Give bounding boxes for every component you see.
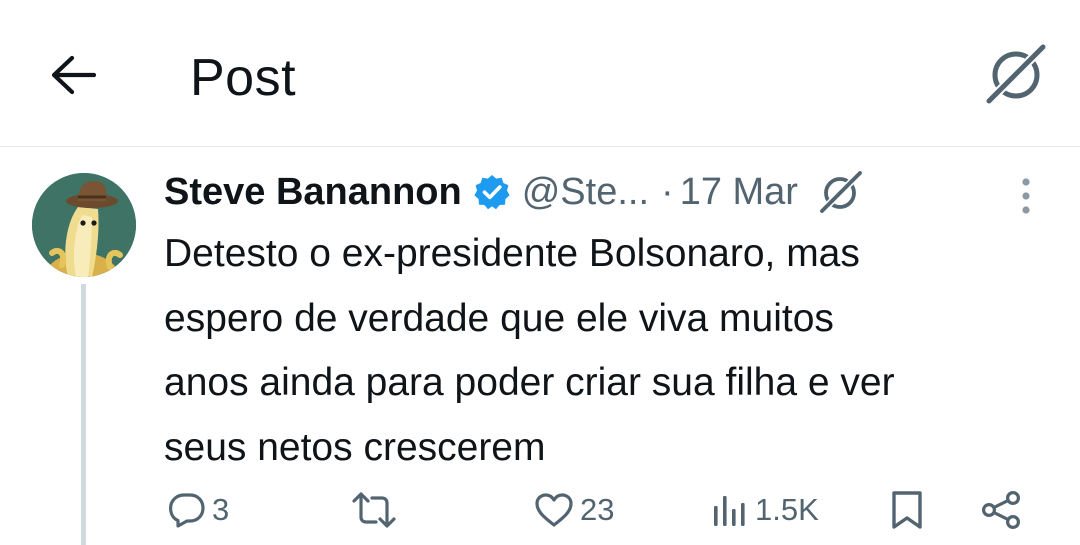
views-button[interactable]: 1.5K bbox=[711, 480, 819, 540]
share-button[interactable] bbox=[980, 480, 1022, 540]
author-name[interactable]: Steve Banannon bbox=[164, 171, 462, 214]
repost-icon bbox=[352, 492, 396, 528]
back-button[interactable] bbox=[44, 46, 102, 104]
top-bar: Post bbox=[0, 0, 1080, 147]
author-handle[interactable]: @Ste... bbox=[522, 171, 649, 214]
grok-icon bbox=[818, 170, 864, 214]
more-options-button[interactable] bbox=[1008, 172, 1044, 220]
bookmark-icon bbox=[892, 491, 922, 529]
page-title: Post bbox=[190, 49, 297, 107]
avatar[interactable] bbox=[32, 173, 136, 277]
like-button[interactable]: 23 bbox=[534, 480, 614, 540]
verified-badge-icon bbox=[474, 174, 510, 210]
bookmark-button[interactable] bbox=[890, 480, 924, 540]
share-icon bbox=[981, 490, 1021, 530]
grok-explain-button[interactable] bbox=[818, 169, 864, 215]
grok-icon bbox=[984, 43, 1048, 105]
arrow-left-icon bbox=[51, 55, 96, 95]
view-count: 1.5K bbox=[755, 492, 819, 527]
repost-button[interactable] bbox=[351, 480, 403, 540]
analytics-icon bbox=[714, 496, 745, 526]
separator-dot: · bbox=[661, 170, 674, 213]
banana-avatar-icon bbox=[32, 173, 136, 277]
post-header: Steve Banannon @Ste... · 17 Mar bbox=[164, 166, 864, 218]
post-date[interactable]: 17 Mar bbox=[680, 171, 798, 214]
action-bar: 3 23 1.5K bbox=[0, 480, 1080, 540]
heart-icon bbox=[535, 493, 573, 527]
reply-count: 3 bbox=[212, 492, 230, 527]
reply-icon bbox=[169, 493, 205, 528]
post-text: Detesto o ex-presidente Bolsonaro, mas e… bbox=[164, 232, 895, 469]
like-count: 23 bbox=[580, 492, 615, 527]
reply-button[interactable]: 3 bbox=[168, 480, 229, 540]
grok-button[interactable] bbox=[982, 42, 1050, 106]
more-vertical-icon bbox=[1022, 178, 1030, 214]
